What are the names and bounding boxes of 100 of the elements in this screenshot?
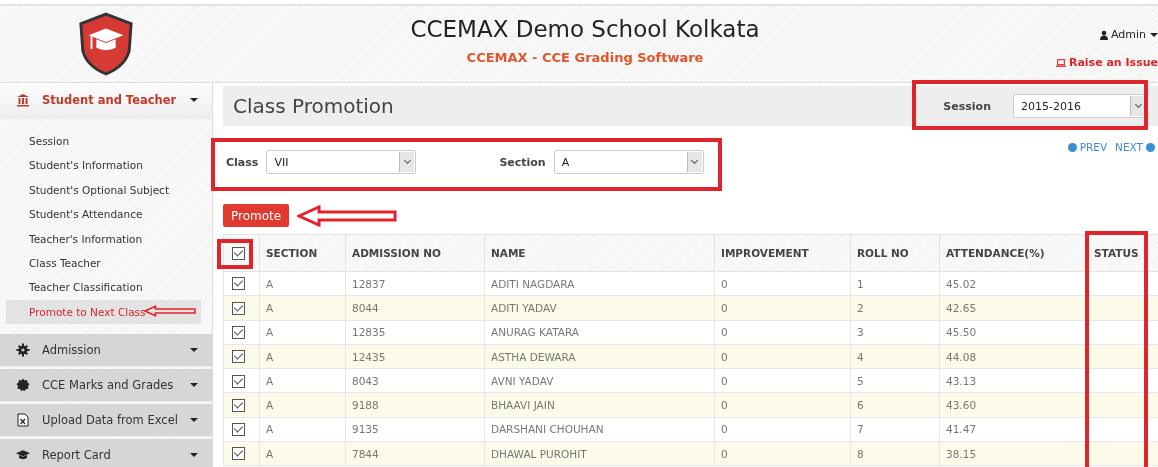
column-header: ATTENDANCE(%): [946, 247, 1045, 259]
table-cell: 38.15: [946, 447, 977, 460]
prev-link[interactable]: PREV: [1067, 140, 1108, 154]
row-checkbox[interactable]: [232, 398, 245, 412]
app-subtitle: CCEMAX - CCE Grading Software: [466, 50, 704, 65]
shield-logo: [77, 10, 135, 78]
table-cell: 0: [721, 374, 728, 387]
table-cell: 8: [857, 447, 864, 460]
table-cell: 1: [857, 277, 864, 290]
highlight-box: [217, 239, 253, 269]
session-label: Session: [943, 99, 991, 113]
sidebar-item[interactable]: Student's Optional Subject: [6, 177, 201, 203]
column-header: STATUS: [1094, 247, 1139, 259]
row-checkbox[interactable]: [232, 326, 245, 339]
filter-dropdown[interactable]: A: [553, 150, 704, 174]
row-checkbox[interactable]: [232, 301, 245, 315]
caret-icon: [190, 418, 198, 423]
sidebar-item[interactable]: Teacher Classification: [6, 275, 201, 300]
table-cell: 12837: [352, 277, 386, 290]
table-cell: 8043: [352, 374, 379, 387]
table-cell: A: [266, 326, 274, 339]
table-cell: 0: [721, 301, 728, 314]
table-cell: 44.08: [946, 350, 977, 363]
table-cell: 5: [857, 374, 864, 387]
row-checkbox[interactable]: [232, 374, 245, 388]
table-cell: A: [266, 301, 274, 314]
sidebar-item[interactable]: Student's Information: [6, 153, 201, 178]
row-checkbox[interactable]: [232, 277, 245, 291]
table-cell: 45.02: [946, 277, 977, 290]
filter-label: Class: [226, 155, 259, 169]
sidebar-item[interactable]: Class Teacher: [6, 250, 201, 276]
sidebar-item[interactable]: Session: [6, 129, 201, 154]
table-cell: 0: [721, 447, 728, 460]
sidebar-section[interactable]: CCE Marks and Grades: [0, 369, 212, 403]
table-cell: ASTHA DEWARA: [491, 350, 576, 363]
table-cell: 7: [857, 423, 864, 436]
admin-menu[interactable]: Admin: [1098, 28, 1158, 41]
table-cell: 12835: [352, 326, 386, 339]
column-header: ROLL NO: [857, 247, 909, 259]
raise-issue-link[interactable]: Raise an Issue: [1055, 56, 1158, 69]
laptop-icon: [1055, 57, 1066, 68]
table-cell: 43.13: [946, 374, 977, 387]
table-cell: A: [266, 447, 274, 460]
gear-icon: [16, 343, 30, 358]
spreadsheet-file-icon: [16, 413, 30, 428]
table-cell: 12435: [352, 350, 386, 363]
table-cell: 0: [721, 399, 728, 412]
caret-icon: [190, 453, 198, 458]
table-cell: BHAAVI JAIN: [491, 399, 555, 412]
table-cell: 0: [721, 326, 728, 339]
table-cell: ANURAG KATARA: [491, 326, 579, 339]
user-icon: [1098, 29, 1109, 40]
school-title: CCEMAX Demo School Kolkata: [410, 16, 760, 42]
sidebar-item[interactable]: Teacher's Information: [6, 226, 201, 251]
sidebar-section[interactable]: Upload Data from Excel: [0, 404, 212, 438]
table-cell: 7844: [352, 447, 379, 460]
next-link[interactable]: NEXT: [1115, 140, 1155, 154]
table-cell: 42.65: [946, 301, 977, 314]
table-cell: 0: [721, 350, 728, 363]
sidebar-section[interactable]: Admission: [0, 334, 212, 368]
table-cell: 41.47: [946, 423, 977, 436]
column-header: IMPROVEMENT: [721, 247, 809, 259]
bank-icon: [16, 93, 30, 107]
table-cell: 2: [857, 301, 864, 314]
sidebar-item[interactable]: Promote to Next Class: [6, 299, 201, 325]
table-cell: 3: [857, 326, 864, 339]
table-cell: A: [266, 399, 274, 412]
table-cell: A: [266, 350, 274, 363]
sidebar-section[interactable]: Report Card: [0, 439, 212, 467]
table-cell: 8044: [352, 301, 379, 314]
table-cell: 45.50: [946, 326, 977, 339]
table-cell: A: [266, 423, 274, 436]
sidebar-section[interactable]: Student and Teacher: [0, 83, 212, 119]
table-cell: DHAWAL PUROHIT: [491, 447, 587, 460]
page-title: Class Promotion: [233, 94, 394, 118]
table-cell: 6: [857, 399, 864, 412]
table-cell: AVNI YADAV: [491, 374, 554, 387]
caret-icon: [190, 348, 198, 353]
arrow-annotation: [144, 304, 196, 318]
table-cell: A: [266, 277, 274, 290]
caret-icon: [190, 383, 198, 388]
filter-label: Section: [499, 155, 546, 169]
column-header: SECTION: [266, 247, 318, 259]
promote-button[interactable]: Promote: [223, 204, 290, 227]
table-cell: DARSHANI CHOUHAN: [491, 423, 604, 436]
row-checkbox[interactable]: [232, 350, 245, 364]
column-header: NAME: [491, 247, 526, 259]
table-cell: 43.60: [946, 399, 977, 412]
row-checkbox[interactable]: [232, 447, 245, 461]
caret-icon: [190, 98, 198, 102]
badge-icon: [16, 378, 30, 393]
table-cell: 9135: [352, 423, 379, 436]
filter-dropdown[interactable]: VII: [266, 150, 417, 174]
row-checkbox[interactable]: [232, 423, 245, 437]
column-header: ADMISSION NO: [352, 247, 441, 259]
table-cell: ADITI NAGDARA: [491, 277, 575, 290]
sidebar-item[interactable]: Student's Attendance: [6, 202, 201, 227]
session-dropdown[interactable]: 2015-2016: [1013, 94, 1147, 118]
table-cell: ADITI YADAV: [491, 301, 557, 314]
select-all-checkbox[interactable]: [232, 246, 245, 260]
